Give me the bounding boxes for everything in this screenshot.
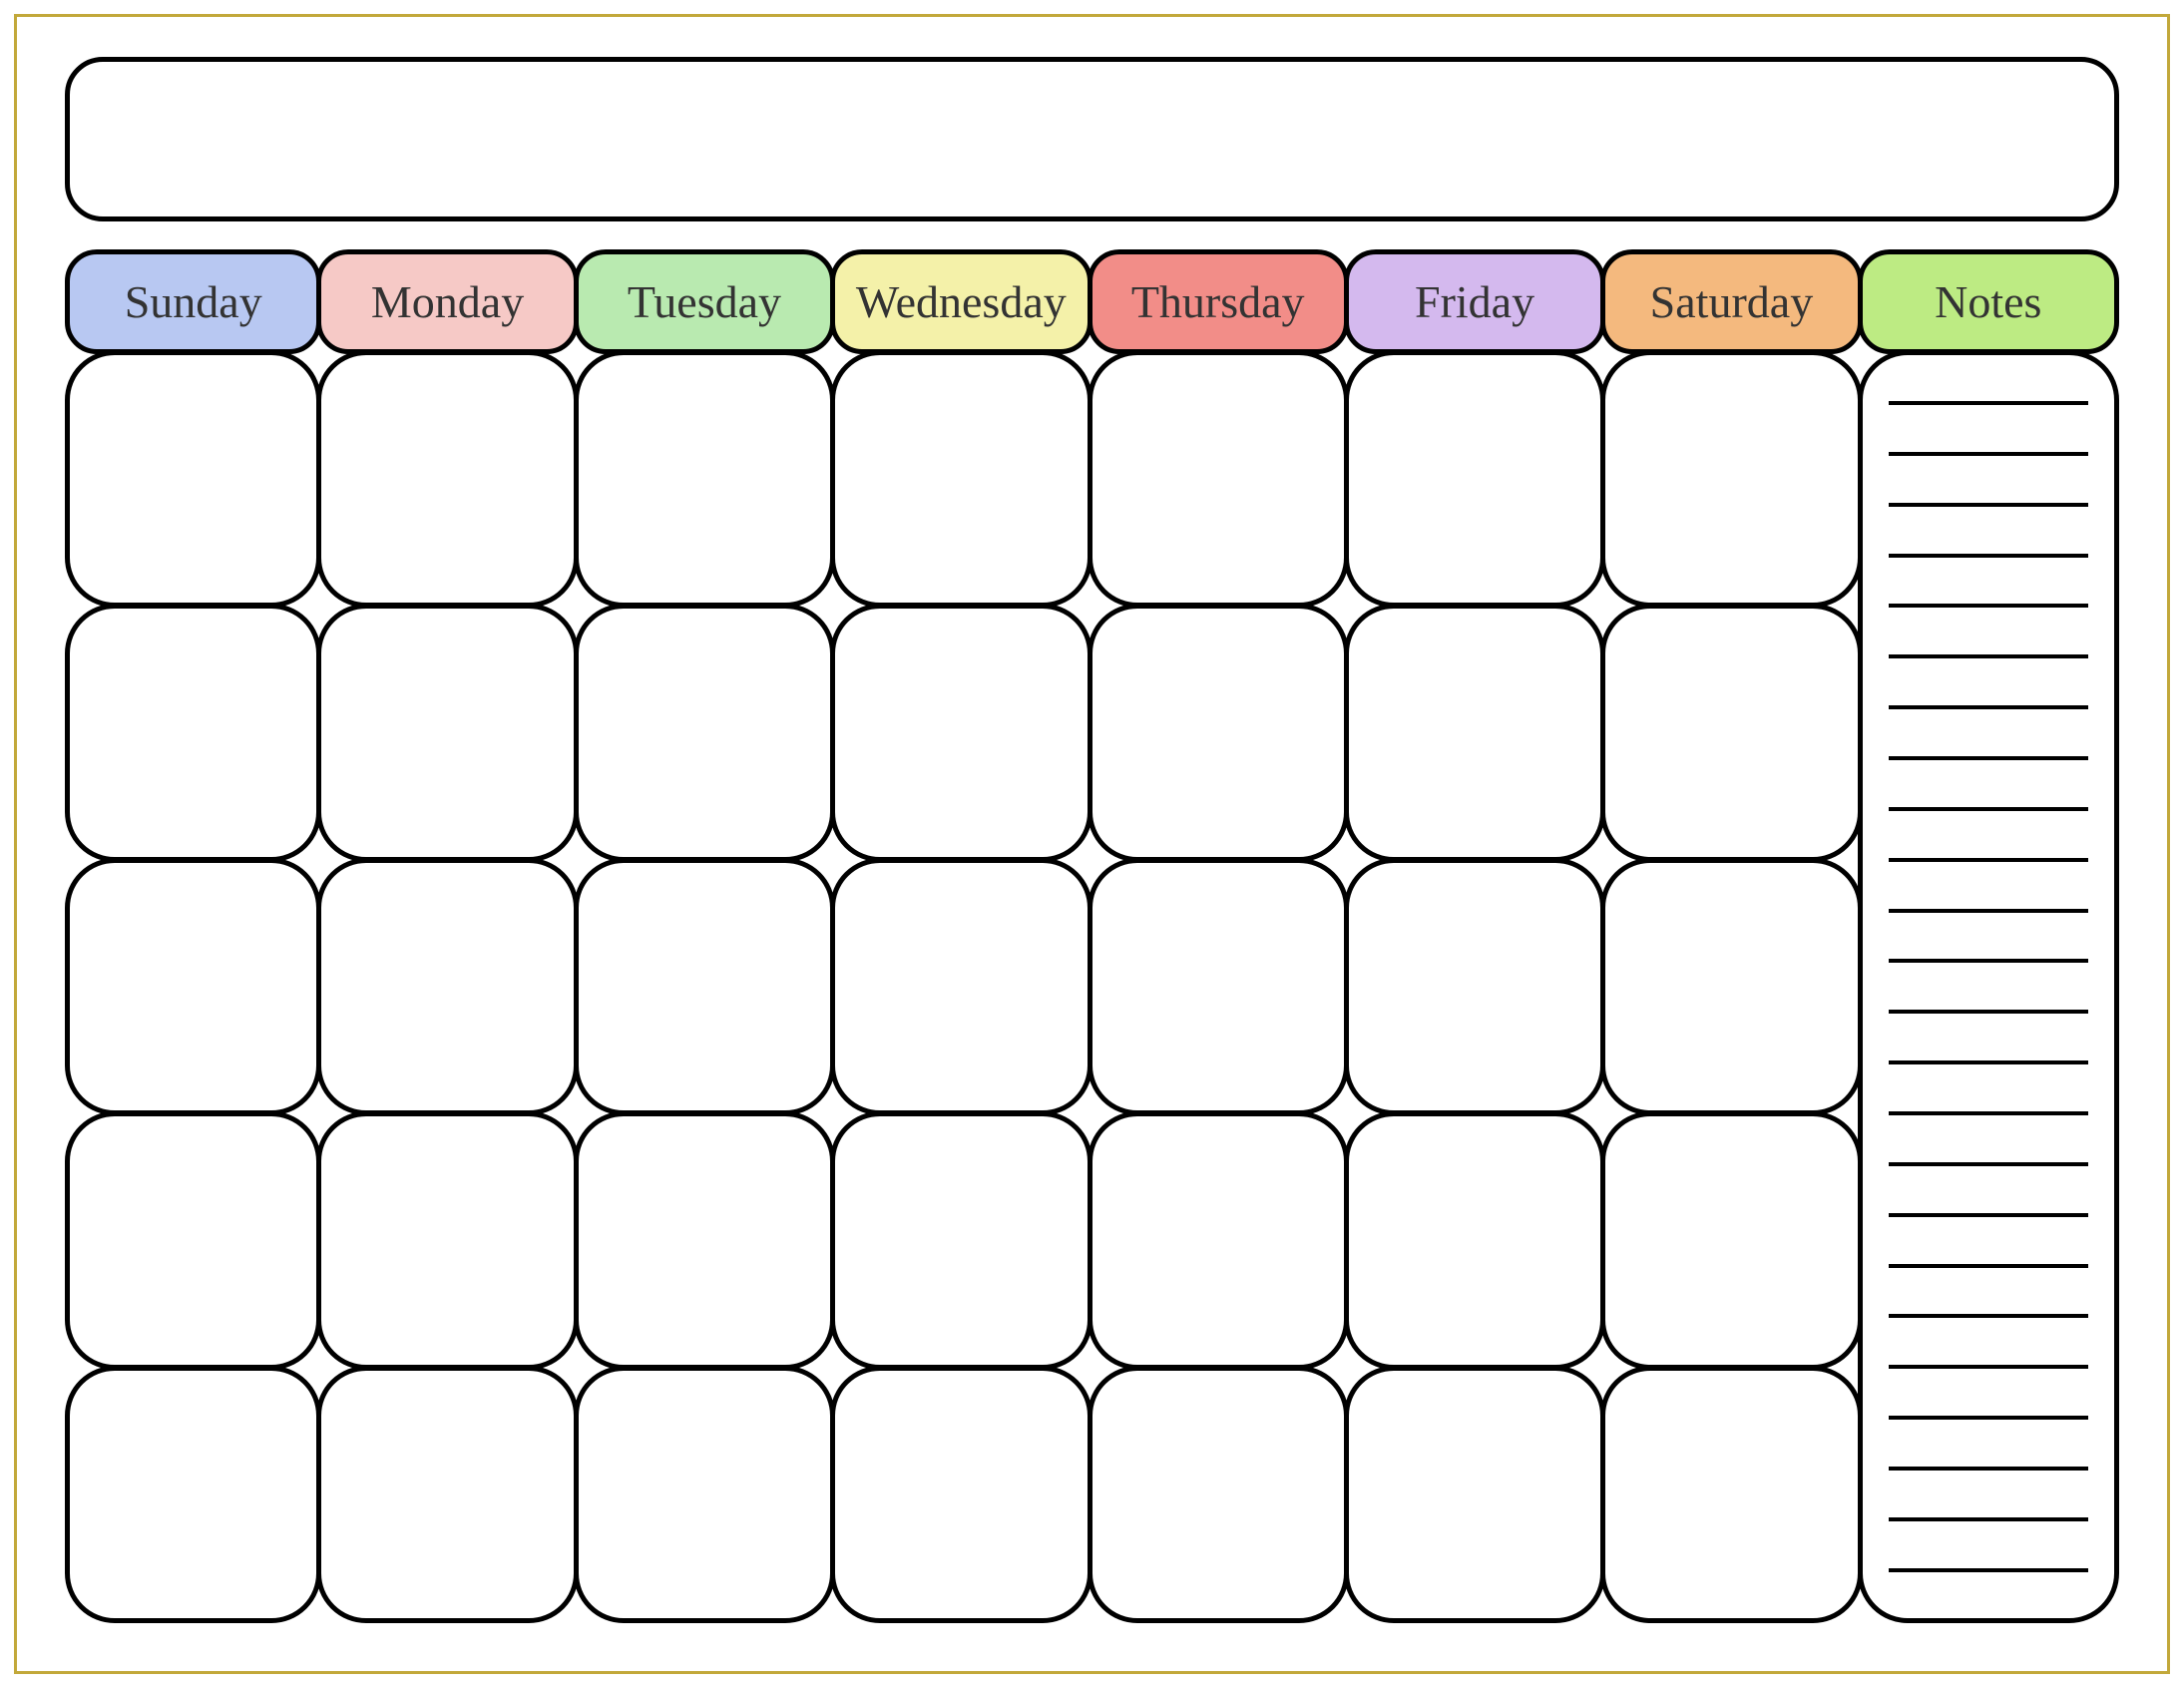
- col-saturday: Saturday: [1600, 249, 1862, 1623]
- day-cell[interactable]: [1600, 604, 1862, 861]
- day-cell[interactable]: [574, 858, 835, 1115]
- notes-area[interactable]: [1858, 350, 2119, 1623]
- day-cell[interactable]: [1600, 1366, 1862, 1623]
- note-line: [1889, 1111, 2088, 1115]
- note-line: [1889, 654, 2088, 658]
- day-cell[interactable]: [830, 1111, 1092, 1369]
- day-cell[interactable]: [1344, 858, 1605, 1115]
- day-cell[interactable]: [65, 350, 321, 608]
- col-tuesday: Tuesday: [574, 249, 835, 1623]
- note-line: [1889, 807, 2088, 811]
- col-monday: Monday: [316, 249, 578, 1623]
- day-cell[interactable]: [1088, 1111, 1349, 1369]
- note-line: [1889, 1365, 2088, 1369]
- col-wednesday: Wednesday: [830, 249, 1092, 1623]
- calendar-grid: Sunday Monday Tuesday Wednesday: [65, 249, 2119, 1623]
- note-line: [1889, 1162, 2088, 1166]
- day-cell[interactable]: [1088, 858, 1349, 1115]
- title-bar[interactable]: [65, 57, 2119, 221]
- header-wednesday: Wednesday: [830, 249, 1092, 354]
- col-sunday: Sunday: [65, 249, 321, 1623]
- day-cell[interactable]: [830, 1366, 1092, 1623]
- note-line: [1889, 604, 2088, 608]
- note-line: [1889, 705, 2088, 709]
- header-saturday: Saturday: [1600, 249, 1862, 354]
- day-cell[interactable]: [574, 1111, 835, 1369]
- note-line: [1889, 1060, 2088, 1064]
- day-cell[interactable]: [65, 604, 321, 861]
- note-line: [1889, 1517, 2088, 1521]
- note-line: [1889, 959, 2088, 963]
- page-border: Sunday Monday Tuesday Wednesday: [14, 14, 2170, 1674]
- day-cell[interactable]: [1088, 1366, 1349, 1623]
- day-cell[interactable]: [1088, 350, 1349, 608]
- day-cell[interactable]: [830, 350, 1092, 608]
- day-cell[interactable]: [1600, 858, 1862, 1115]
- header-monday: Monday: [316, 249, 578, 354]
- note-line: [1889, 1568, 2088, 1572]
- header-thursday: Thursday: [1088, 249, 1349, 354]
- header-notes: Notes: [1858, 249, 2119, 354]
- note-line: [1889, 1467, 2088, 1471]
- note-line: [1889, 909, 2088, 913]
- day-cell[interactable]: [830, 604, 1092, 861]
- day-cell[interactable]: [1344, 350, 1605, 608]
- col-notes: Notes: [1858, 249, 2119, 1623]
- header-tuesday: Tuesday: [574, 249, 835, 354]
- day-cell[interactable]: [316, 1366, 578, 1623]
- day-cell[interactable]: [65, 1366, 321, 1623]
- day-cell[interactable]: [574, 604, 835, 861]
- day-cell[interactable]: [830, 858, 1092, 1115]
- header-sunday: Sunday: [65, 249, 321, 354]
- day-cell[interactable]: [65, 1111, 321, 1369]
- day-cell[interactable]: [1600, 1111, 1862, 1369]
- note-line: [1889, 1010, 2088, 1014]
- day-cell[interactable]: [1088, 604, 1349, 861]
- note-line: [1889, 1213, 2088, 1217]
- note-line: [1889, 1416, 2088, 1420]
- day-cell[interactable]: [1344, 604, 1605, 861]
- day-cell[interactable]: [65, 858, 321, 1115]
- day-cell[interactable]: [574, 350, 835, 608]
- note-line: [1889, 554, 2088, 558]
- note-line: [1889, 1264, 2088, 1268]
- day-cell[interactable]: [316, 1111, 578, 1369]
- note-line: [1889, 452, 2088, 456]
- note-line: [1889, 1314, 2088, 1318]
- col-thursday: Thursday: [1088, 249, 1349, 1623]
- note-line: [1889, 503, 2088, 507]
- col-friday: Friday: [1344, 249, 1605, 1623]
- note-line: [1889, 401, 2088, 405]
- day-cell[interactable]: [316, 858, 578, 1115]
- day-cell[interactable]: [574, 1366, 835, 1623]
- note-line: [1889, 858, 2088, 862]
- day-cell[interactable]: [316, 604, 578, 861]
- header-friday: Friday: [1344, 249, 1605, 354]
- day-cell[interactable]: [1344, 1111, 1605, 1369]
- note-line: [1889, 756, 2088, 760]
- day-cell[interactable]: [316, 350, 578, 608]
- day-cell[interactable]: [1344, 1366, 1605, 1623]
- day-cell[interactable]: [1600, 350, 1862, 608]
